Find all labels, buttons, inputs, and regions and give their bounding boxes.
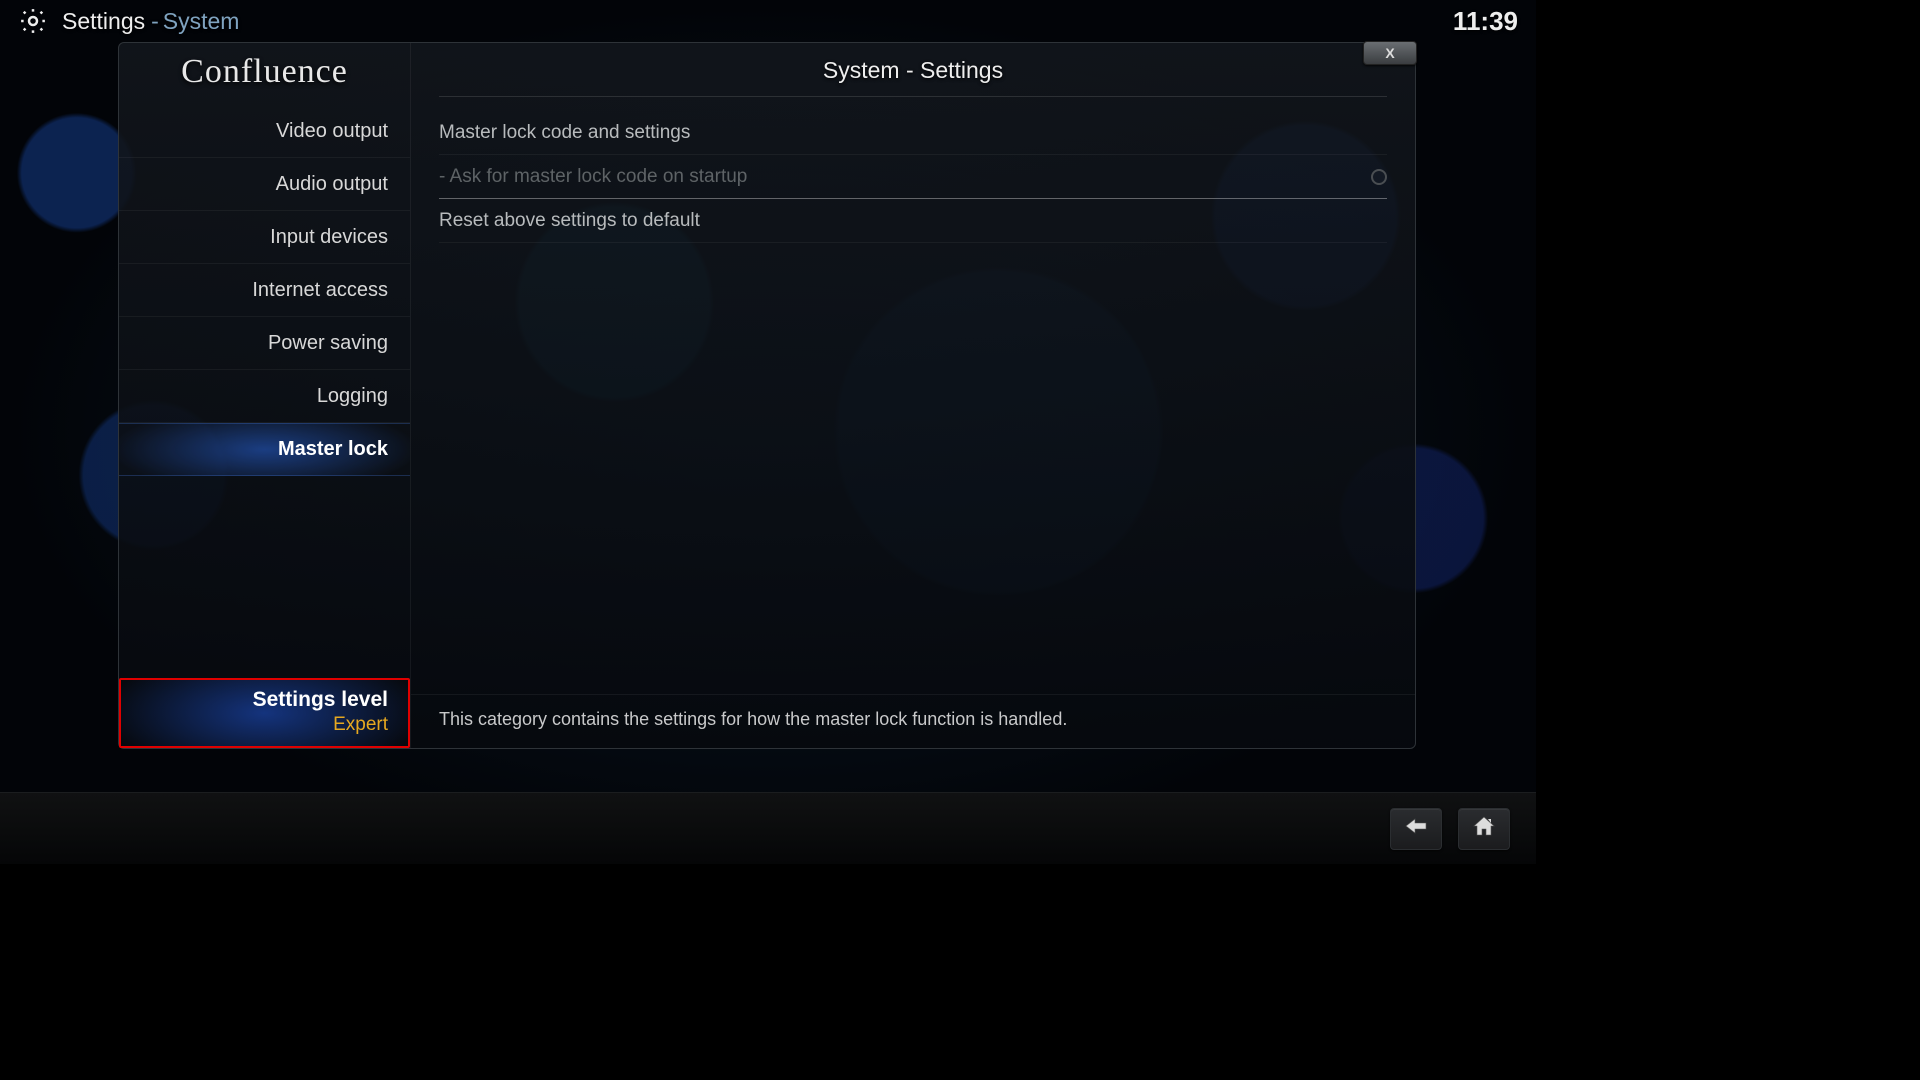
settings-level-title: Settings level <box>141 688 388 712</box>
setting-row-reset-above-settings-to-default[interactable]: Reset above settings to default <box>439 199 1387 243</box>
sidebar-item-label: Power saving <box>268 332 388 355</box>
breadcrumb-sub: System <box>163 8 240 35</box>
bottom-bar <box>0 792 1536 864</box>
skin-logo: Confluence <box>119 47 410 105</box>
sidebar-item-label: Input devices <box>270 226 388 249</box>
home-button[interactable] <box>1458 808 1510 850</box>
close-button[interactable]: X <box>1363 41 1417 65</box>
settings-level-value: Expert <box>141 714 388 736</box>
sidebar-item-master-lock[interactable]: Master lock <box>119 423 410 476</box>
sidebar-item-label: Video output <box>276 120 388 143</box>
gear-icon <box>18 6 48 36</box>
sidebar-item-label: Audio output <box>276 173 388 196</box>
sidebar-item-logging[interactable]: Logging <box>119 370 410 423</box>
top-bar: Settings - System 11:39 <box>0 0 1536 42</box>
setting-row-label: Master lock code and settings <box>439 122 690 144</box>
setting-row-master-lock-code-and-settings[interactable]: Master lock code and settings <box>439 111 1387 155</box>
sidebar-item-internet-access[interactable]: Internet access <box>119 264 410 317</box>
sidebar-item-label: Logging <box>317 385 388 408</box>
sidebar-item-input-devices[interactable]: Input devices <box>119 211 410 264</box>
home-icon <box>1471 815 1497 842</box>
close-icon: X <box>1385 45 1394 61</box>
breadcrumb-separator: - <box>151 8 159 35</box>
setting-row-label: - Ask for master lock code on startup <box>439 166 747 188</box>
breadcrumb-main: Settings <box>62 8 145 35</box>
pane-title: System - Settings <box>439 43 1387 97</box>
toggle-icon <box>1371 169 1387 185</box>
sidebar-item-label: Internet access <box>252 279 388 302</box>
setting-row-ask-for-master-lock-code-on-startup: - Ask for master lock code on startup <box>439 155 1387 199</box>
sidebar: Confluence Video output Audio output Input… <box>119 43 411 748</box>
sidebar-item-video-output[interactable]: Video output <box>119 105 410 158</box>
clock: 11:39 <box>1453 6 1518 37</box>
back-button[interactable] <box>1390 808 1442 850</box>
settings-window: X Confluence Video output Audio output Inp… <box>118 42 1416 749</box>
settings-level-button[interactable]: Settings level Expert <box>119 678 410 748</box>
arrow-left-icon <box>1403 816 1429 841</box>
sidebar-item-audio-output[interactable]: Audio output <box>119 158 410 211</box>
sidebar-item-label: Master lock <box>278 438 388 461</box>
sidebar-item-power-saving[interactable]: Power saving <box>119 317 410 370</box>
category-description: This category contains the settings for … <box>411 694 1415 748</box>
content-pane: System - Settings Master lock code and s… <box>411 43 1415 748</box>
setting-row-label: Reset above settings to default <box>439 210 700 232</box>
